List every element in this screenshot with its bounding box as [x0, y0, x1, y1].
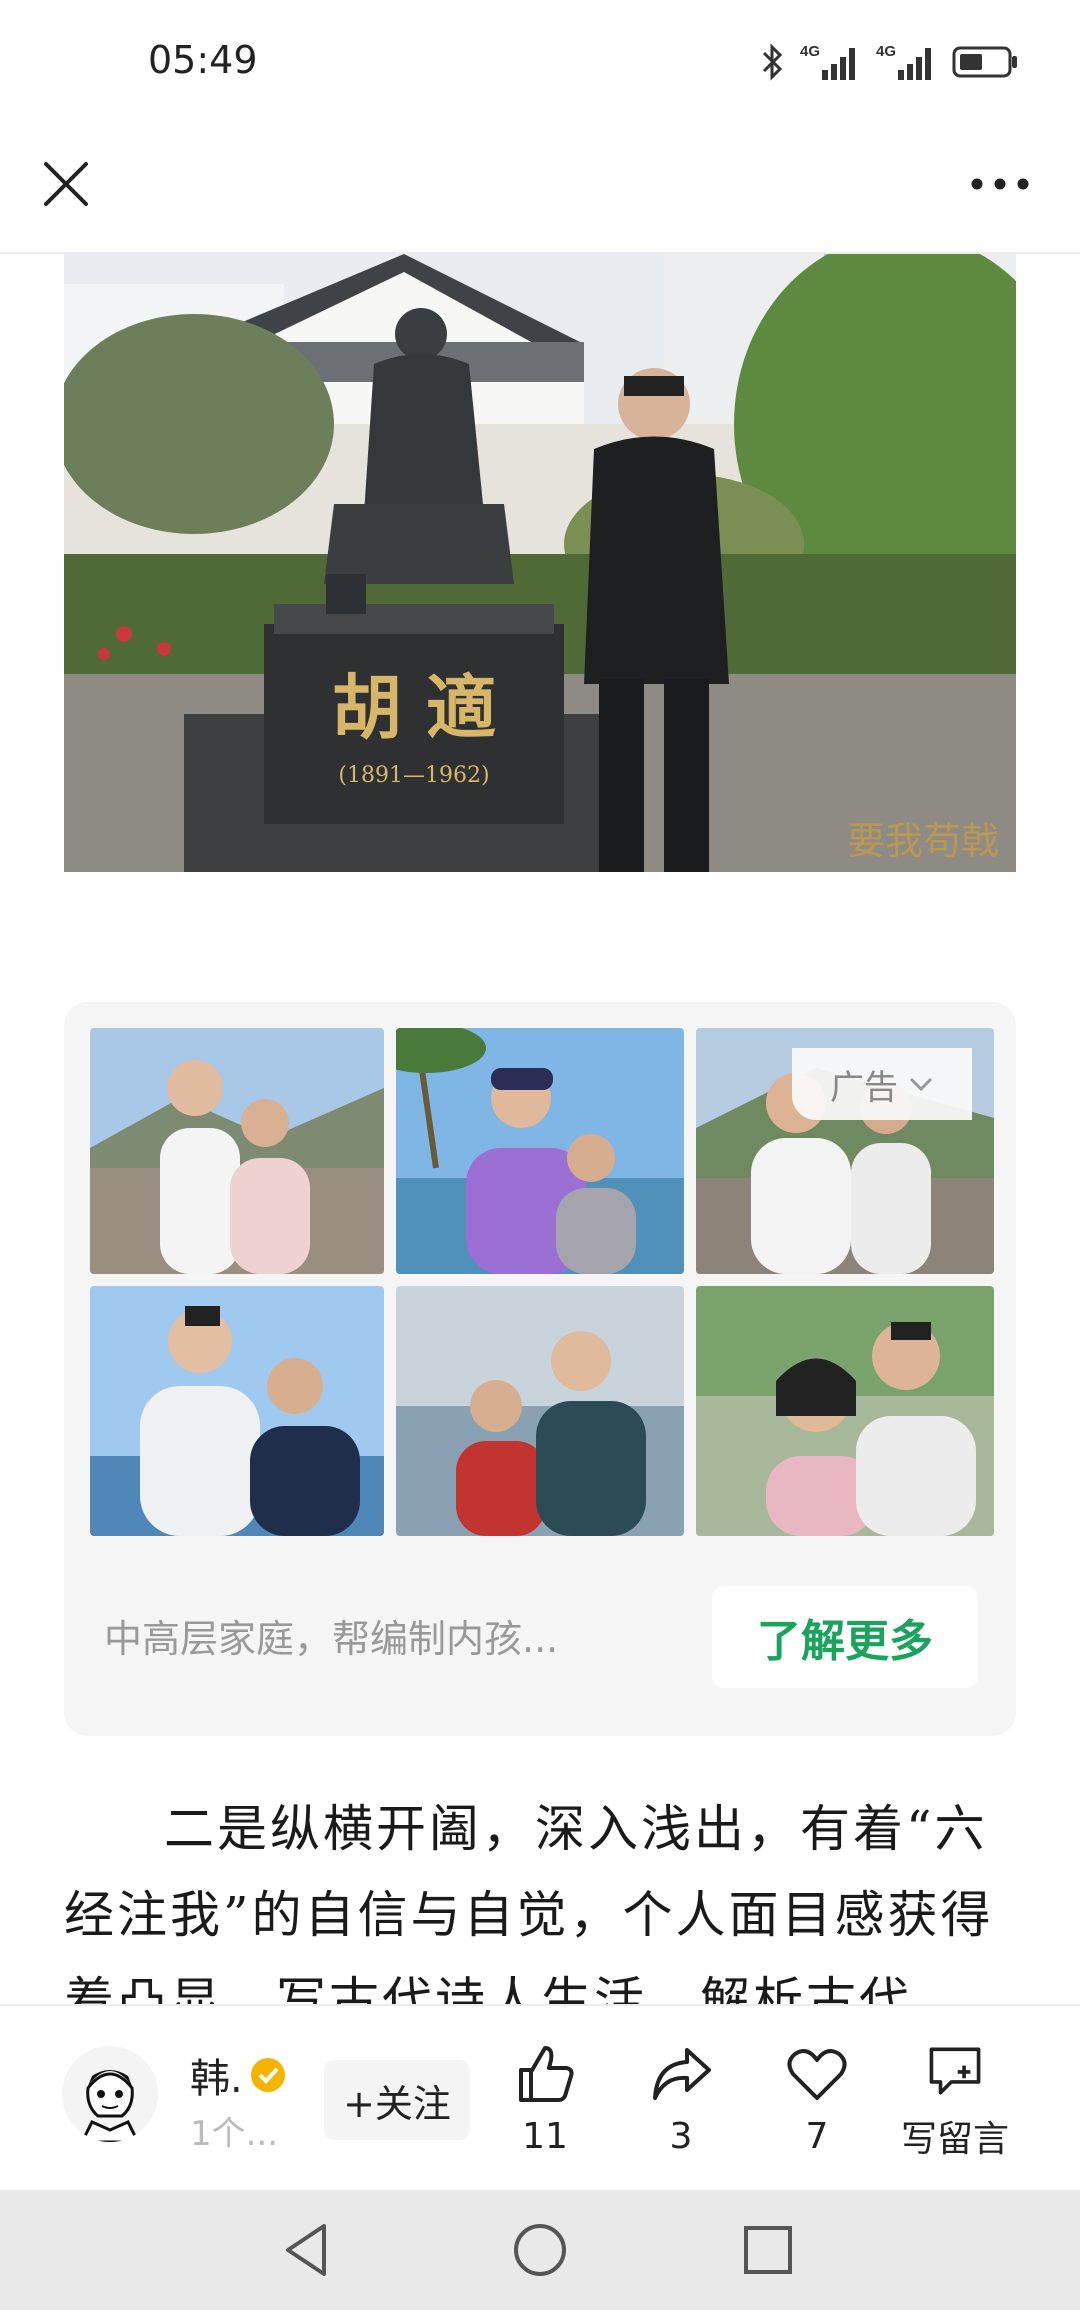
ad-photo-illustration [396, 1286, 684, 1536]
ad-photo-illustration [396, 1028, 684, 1274]
favorite-button[interactable]: 7 [752, 2042, 882, 2162]
battery-icon [952, 46, 1017, 78]
like-button[interactable]: 11 [480, 2042, 610, 2162]
author-subtitle: 1个... [190, 2114, 279, 2154]
close-icon [44, 162, 88, 206]
ad-photo[interactable] [396, 1028, 684, 1274]
share-icon [653, 2048, 711, 2100]
share-button[interactable]: 3 [616, 2042, 746, 2162]
photo-watermark: 要我苟戟 [847, 819, 999, 863]
heart-icon [787, 2049, 847, 2100]
ad-photo-illustration [90, 1286, 384, 1536]
ad-card[interactable]: 广告 中高层家庭，帮编制内孩... 了解更多 [64, 1002, 1016, 1736]
status-bar: 05:49 4G 4G [0, 0, 1080, 120]
ad-description[interactable]: 中高层家庭，帮编制内孩... [104, 1608, 664, 1663]
ad-photo[interactable] [696, 1286, 994, 1536]
ad-photo-grid[interactable]: 广告 [90, 1028, 994, 1536]
comment-button[interactable]: 写留言 [890, 2042, 1020, 2162]
status-icons: 4G 4G [760, 38, 1018, 86]
nav-bar [0, 120, 1080, 254]
signal-4g-icon: 4G [800, 43, 855, 80]
back-icon[interactable] [276, 2218, 340, 2282]
comment-icon [929, 2047, 981, 2095]
avatar-illustration [62, 2046, 158, 2142]
more-button[interactable] [960, 148, 1040, 220]
ad-photo[interactable] [90, 1028, 384, 1274]
like-count: 11 [522, 2116, 568, 2157]
verified-badge-icon [250, 2058, 285, 2092]
ad-photo[interactable] [396, 1286, 684, 1536]
ad-label-text: 广告 [830, 1067, 898, 1108]
close-button[interactable] [30, 148, 102, 220]
article-photo[interactable]: 胡 適 (1891—1962) 要我苟戟 [64, 254, 1016, 872]
author-name-text: 韩. [190, 2056, 243, 2102]
learn-more-button[interactable]: 了解更多 [712, 1586, 978, 1688]
share-count: 3 [669, 2116, 693, 2157]
follow-button[interactable]: +关注 [324, 2060, 470, 2140]
more-icon [971, 178, 1029, 190]
author-name[interactable]: 韩. [190, 2046, 287, 2104]
avatar[interactable] [62, 2046, 158, 2142]
bottom-action-bar: 韩. 1个... +关注 11 3 7 写留言 [0, 2004, 1080, 2190]
favorite-count: 7 [805, 2116, 829, 2157]
network-label-2: 4G [876, 43, 896, 60]
comment-label: 写留言 [900, 2119, 1009, 2160]
chevron-down-icon [909, 1077, 933, 1092]
ad-photo-illustration [90, 1028, 384, 1274]
system-nav-bar [0, 2190, 1080, 2310]
bluetooth-icon [762, 43, 783, 81]
ad-photo-illustration [696, 1286, 994, 1536]
statue-years: (1891—1962) [338, 763, 489, 788]
network-label-1: 4G [800, 43, 820, 60]
thumbs-up-icon [519, 2046, 574, 2102]
statue-photo-illustration: 胡 適 (1891—1962) 要我苟戟 [64, 254, 1016, 872]
ad-label[interactable]: 广告 [792, 1048, 972, 1120]
status-time: 05:49 [148, 38, 258, 82]
statue-name: 胡 適 [332, 666, 496, 749]
ad-photo[interactable] [90, 1286, 384, 1536]
recents-icon[interactable] [736, 2218, 800, 2282]
home-icon[interactable] [508, 2218, 572, 2282]
signal-4g-icon: 4G [876, 43, 931, 80]
